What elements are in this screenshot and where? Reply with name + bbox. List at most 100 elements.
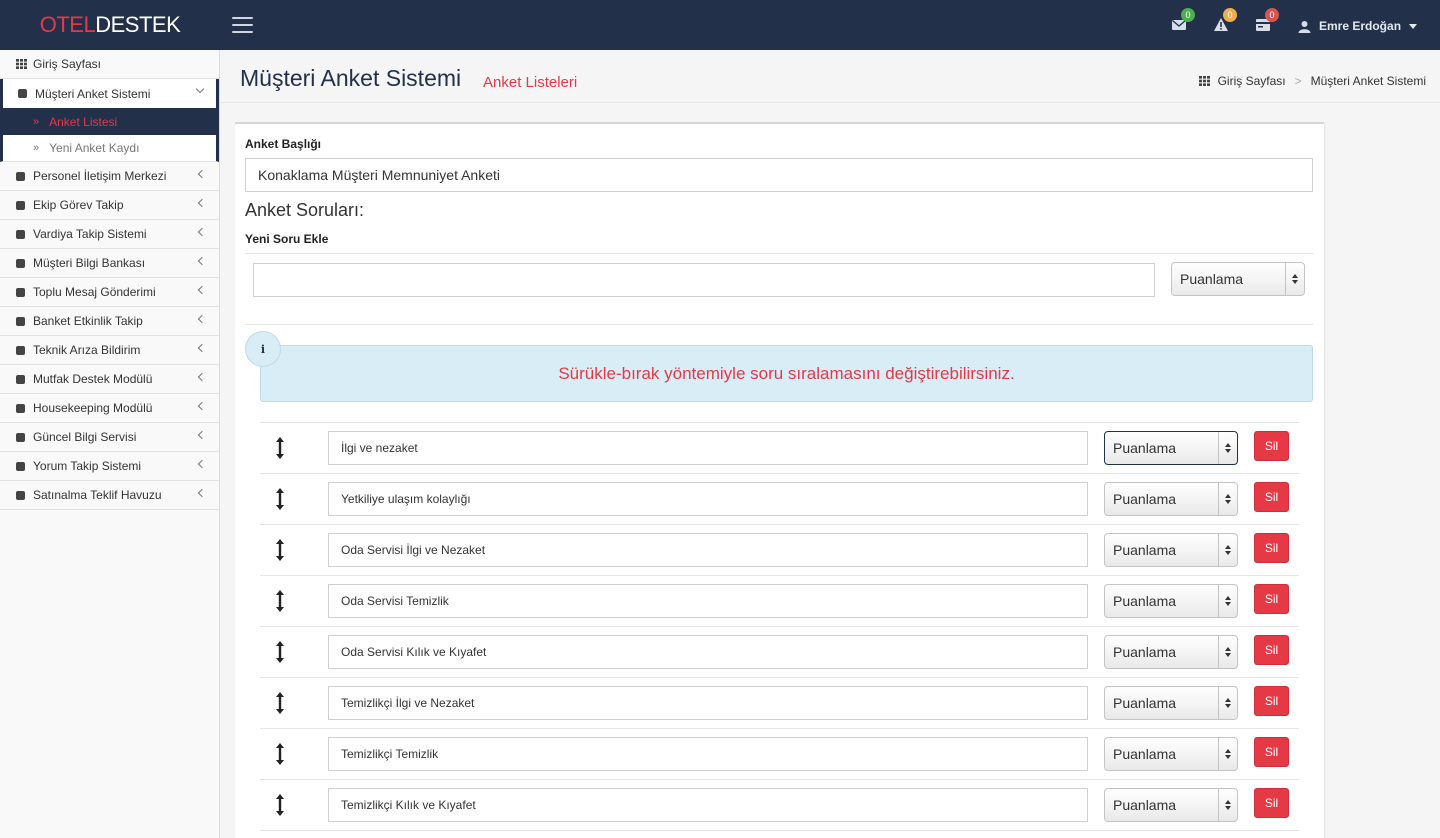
sidebar-subitem-yeni-anket[interactable]: » Yeni Anket Kaydı — [0, 135, 219, 162]
question-row[interactable]: Oda Servisi İlgi ve Nezaket Puanlama Sil — [260, 524, 1299, 575]
drag-handle-icon[interactable] — [272, 691, 288, 715]
sidebar-item-label: Mutfak Destek Modülü — [33, 372, 153, 386]
question-text-input[interactable]: Oda Servisi Kılık ve Kıyafet — [328, 635, 1088, 669]
question-text-input[interactable]: Temizlikçi Kılık ve Kıyafet — [328, 788, 1088, 822]
tasks-badge: 0 — [1265, 8, 1279, 22]
question-type-select[interactable]: Puanlama — [1104, 635, 1238, 669]
sidebar-subitem-label: Anket Listesi — [49, 114, 118, 129]
sidebar-item-module[interactable]: Banket Etkinlik Takip — [0, 307, 219, 336]
question-row[interactable]: Oda Servisi Kılık ve Kıyafet Puanlama Si… — [260, 626, 1299, 677]
sidebar-item-module[interactable]: Yorum Takip Sistemi — [0, 452, 219, 481]
menu-toggle-icon[interactable] — [232, 17, 253, 33]
delete-question-button[interactable]: Sil — [1254, 635, 1289, 665]
delete-question-button[interactable]: Sil — [1254, 584, 1289, 614]
question-row[interactable]: İlgi ve nezaket Puanlama Sil — [260, 422, 1299, 473]
sidebar: Giriş Sayfası Müşteri Anket Sistemi » An… — [0, 50, 220, 838]
question-row[interactable]: Temizlikçi İlgi ve Nezaket Puanlama Sil — [260, 677, 1299, 728]
sidebar-item-label: Müşteri Anket Sistemi — [35, 86, 151, 101]
module-icon — [16, 229, 25, 239]
sidebar-subitem-anket-listesi[interactable]: » Anket Listesi — [0, 108, 219, 135]
drag-handle-icon[interactable] — [272, 538, 288, 562]
divider — [245, 253, 1313, 254]
sidebar-item-module[interactable]: Vardiya Takip Sistemi — [0, 220, 219, 249]
drag-handle-icon[interactable] — [272, 589, 288, 613]
select-arrows-icon — [1218, 636, 1237, 668]
new-question-type-select[interactable]: Puanlama — [1171, 262, 1305, 296]
sidebar-item-label: Ekip Görev Takip — [33, 198, 124, 212]
user-menu[interactable]: Emre Erdoğan — [1298, 16, 1418, 36]
drag-handle-icon[interactable] — [272, 793, 288, 817]
sidebar-item-module[interactable]: Müşteri Bilgi Bankası — [0, 249, 219, 278]
chevron-left-icon — [197, 314, 207, 324]
question-row[interactable]: Yetkiliye ulaşım kolaylığı Puanlama Sil — [260, 473, 1299, 524]
chevron-left-icon — [197, 372, 207, 382]
sidebar-subitem-label: Yeni Anket Kaydı — [49, 141, 140, 155]
sidebar-item-musteri-anket[interactable]: Müşteri Anket Sistemi — [0, 79, 219, 108]
sidebar-item-module[interactable]: Güncel Bilgi Servisi — [0, 423, 219, 452]
delete-question-button[interactable]: Sil — [1254, 431, 1289, 461]
module-icon — [16, 287, 25, 297]
page-title: Müşteri Anket Sistemi — [240, 65, 462, 91]
module-icon — [16, 403, 25, 413]
select-arrows-icon — [1285, 263, 1304, 295]
sidebar-item-module[interactable]: Mutfak Destek Modülü — [0, 365, 219, 394]
select-arrows-icon — [1218, 738, 1237, 770]
module-icon — [16, 258, 25, 268]
question-text-input[interactable]: Oda Servisi Temizlik — [328, 584, 1088, 618]
sidebar-item-module[interactable]: Teknik Arıza Bildirim — [0, 336, 219, 365]
question-text-input[interactable]: Yetkiliye ulaşım kolaylığı — [328, 482, 1088, 516]
drag-handle-icon[interactable] — [272, 436, 288, 460]
delete-question-button[interactable]: Sil — [1254, 737, 1289, 767]
question-type-select[interactable]: Puanlama — [1104, 482, 1238, 516]
delete-question-button[interactable]: Sil — [1254, 482, 1289, 512]
new-question-label: Yeni Soru Ekle — [245, 232, 329, 246]
delete-question-button[interactable]: Sil — [1254, 686, 1289, 716]
survey-title-input[interactable] — [245, 158, 1313, 192]
select-arrows-icon — [1218, 432, 1237, 464]
new-question-input[interactable] — [253, 263, 1155, 297]
drag-handle-icon[interactable] — [272, 640, 288, 664]
chevron-left-icon — [197, 256, 207, 266]
question-text-input[interactable]: İlgi ve nezaket — [328, 431, 1088, 465]
question-row[interactable]: Oda Servisi Temizlik Puanlama Sil — [260, 575, 1299, 626]
drag-handle-icon[interactable] — [272, 487, 288, 511]
drag-handle-icon[interactable] — [272, 742, 288, 766]
sidebar-item-label: Vardiya Takip Sistemi — [33, 227, 147, 241]
double-chevron-icon: » — [33, 142, 40, 154]
sidebar-item-module[interactable]: Personel İletişim Merkezi — [0, 162, 219, 191]
warning-icon[interactable]: 0 — [1214, 8, 1237, 33]
question-text-input[interactable]: Oda Servisi İlgi ve Nezaket — [328, 533, 1088, 567]
sidebar-item-module[interactable]: Toplu Mesaj Gönderimi — [0, 278, 219, 307]
question-text: Temizlikçi İlgi ve Nezaket — [341, 696, 475, 710]
select-value: Puanlama — [1113, 644, 1177, 660]
messages-icon[interactable]: 0 — [1172, 8, 1195, 33]
alerts-badge: 0 — [1223, 8, 1237, 22]
question-row[interactable]: Temizlikçi Kılık ve Kıyafet Puanlama Sil — [260, 779, 1299, 830]
sidebar-item-home[interactable]: Giriş Sayfası — [0, 50, 219, 79]
question-type-select[interactable]: Puanlama — [1104, 533, 1238, 567]
question-text-input[interactable]: Temizlikçi Temizlik — [328, 737, 1088, 771]
select-value: Puanlama — [1113, 695, 1177, 711]
question-type-select[interactable]: Puanlama — [1104, 431, 1238, 465]
sidebar-item-module[interactable]: Ekip Görev Takip — [0, 191, 219, 220]
info-alert: Sürükle-bırak yöntemiyle soru sıralaması… — [260, 345, 1313, 402]
question-type-select[interactable]: Puanlama — [1104, 788, 1238, 822]
tasks-icon[interactable]: 0 — [1256, 8, 1279, 33]
question-type-select[interactable]: Puanlama — [1104, 686, 1238, 720]
header-divider — [220, 102, 1440, 103]
delete-question-button[interactable]: Sil — [1254, 533, 1289, 563]
sidebar-item-module[interactable]: Housekeeping Modülü — [0, 394, 219, 423]
question-text: Temizlikçi Temizlik — [341, 747, 439, 761]
question-type-select[interactable]: Puanlama — [1104, 737, 1238, 771]
delete-question-button[interactable]: Sil — [1254, 788, 1289, 818]
question-type-select[interactable]: Puanlama — [1104, 584, 1238, 618]
module-icon — [16, 316, 25, 326]
sidebar-item-label: Banket Etkinlik Takip — [33, 314, 143, 328]
question-text-input[interactable]: Temizlikçi İlgi ve Nezaket — [328, 686, 1088, 720]
module-icon — [16, 200, 25, 210]
logo[interactable]: OTEL DESTEK — [0, 0, 220, 50]
question-row[interactable]: Temizlikçi Temizlik Puanlama Sil — [260, 728, 1299, 779]
breadcrumb-home[interactable]: Giriş Sayfası — [1218, 74, 1286, 88]
sidebar-item-module[interactable]: Satınalma Teklif Havuzu — [0, 481, 219, 510]
sidebar-item-label: Müşteri Bilgi Bankası — [33, 256, 146, 270]
